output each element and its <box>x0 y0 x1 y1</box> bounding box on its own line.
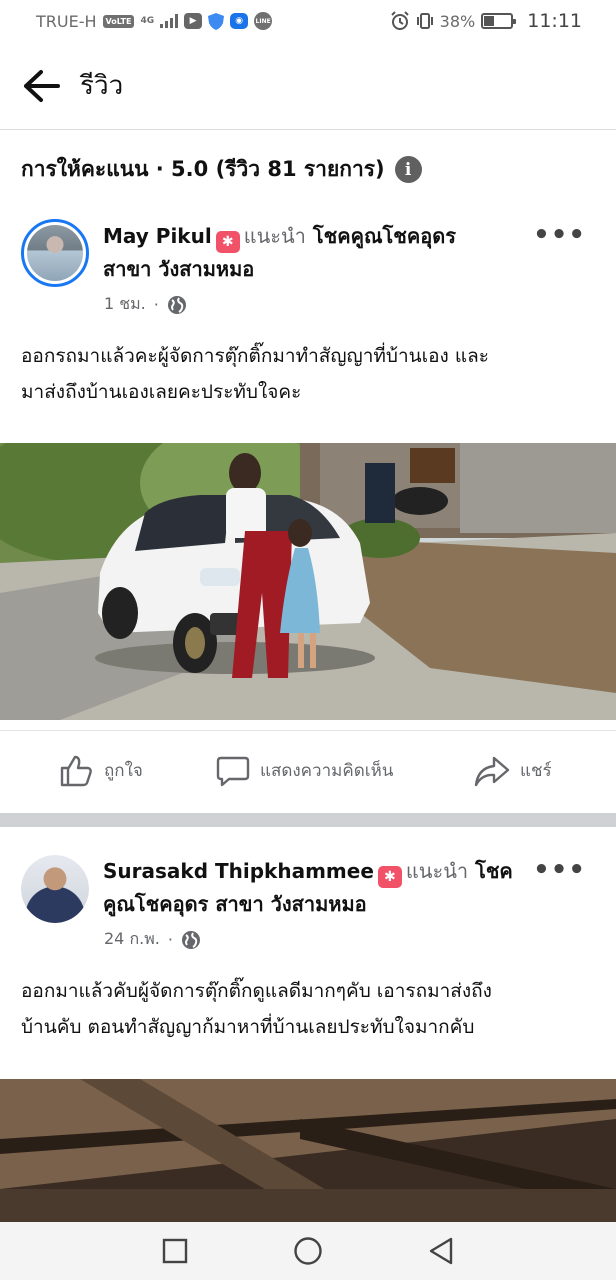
globe-icon <box>167 295 186 314</box>
meta-dot: · <box>167 930 173 949</box>
review-text: ออกมาแล้วคับผู้จัดการตุ๊กติ๊กดูแลดีมากๆค… <box>21 973 594 1045</box>
rating-label: การให้คะแนน · 5.0 (รีวิว 81 รายการ) <box>21 157 385 181</box>
vibrate-icon <box>416 13 433 29</box>
review-meta: 24 ก.พ. · <box>104 927 201 952</box>
comment-icon <box>216 756 250 786</box>
review-time[interactable]: 24 ก.พ. <box>104 927 160 952</box>
comment-label: แสดงความคิดเห็น <box>260 761 394 781</box>
info-icon[interactable]: i <box>394 156 422 183</box>
battery-percent: 38% <box>439 11 476 31</box>
triangle-back-icon <box>430 1237 453 1265</box>
avatar[interactable] <box>21 855 89 923</box>
review-text: ออกรถมาแล้วคะผู้จัดการตุ๊กติ๊กมาทำสัญญาท… <box>21 338 594 410</box>
line-icon: LINE <box>254 12 273 30</box>
square-icon <box>162 1238 187 1264</box>
battery-icon <box>481 13 517 29</box>
app-header: รีวิว <box>0 42 616 130</box>
review-time[interactable]: 1 ชม. <box>104 292 146 317</box>
status-right: 38% 11:11 <box>390 10 582 32</box>
share-button[interactable]: แชร์ <box>474 754 552 788</box>
arrow-left-icon <box>24 69 60 102</box>
comment-button[interactable]: แสดงความคิดเห็น <box>216 754 393 788</box>
back-nav-button[interactable] <box>421 1231 461 1271</box>
avatar-image <box>21 855 89 923</box>
review-text-line: ออกมาแล้วคับผู้จัดการตุ๊กติ๊กดูแลดีมากๆค… <box>21 980 492 1002</box>
carrier-label: TRUE-H <box>36 11 97 31</box>
review-header: May Pikul ✱ แนะนำ โชคคูณโชคอุดร สาขา วังสา… <box>103 220 523 285</box>
review-photo[interactable] <box>0 443 616 720</box>
business-name[interactable]: โชค <box>475 859 513 883</box>
business-branch[interactable]: สาขา วังสามหมอ <box>103 257 254 281</box>
page-title: รีวิว <box>80 71 124 101</box>
review-text-line: ออกรถมาแล้วคะผู้จัดการตุ๊กติ๊กมาทำสัญญาท… <box>21 345 489 367</box>
meta-dot: · <box>153 295 159 314</box>
business-name[interactable]: โชคคูณโชคอุดร <box>313 224 456 248</box>
review-card: Surasakd Thipkhammee ✱ แนะนำ โชค คูณโชคอุด… <box>0 827 616 1222</box>
review-photo[interactable] <box>0 1079 616 1222</box>
avatar[interactable] <box>21 219 89 287</box>
share-label: แชร์ <box>520 761 552 781</box>
recommend-label: แนะนำ <box>405 859 469 883</box>
alarm-icon <box>390 11 409 30</box>
star-badge-icon: ✱ <box>377 866 402 888</box>
status-bar: TRUE-H VoLTE 4G ▶ ◉ LINE 38% 11:11 <box>0 0 616 42</box>
back-button[interactable] <box>0 42 80 130</box>
action-bar: ถูกใจ แสดงความคิดเห็น แชร์ <box>0 730 616 810</box>
messenger-icon: ▶ <box>184 13 203 29</box>
review-text-line: บ้านคับ ตอนทำสัญญาก้มาหาที่บ้านเลยประทับ… <box>21 1016 475 1038</box>
share-icon <box>474 756 510 786</box>
reviewer-name[interactable]: Surasakd Thipkhammee <box>103 859 374 883</box>
review-card: May Pikul ✱ แนะนำ โชคคูณโชคอุดร สาขา วังสา… <box>0 210 616 813</box>
review-separator <box>0 813 616 827</box>
photo-image <box>0 1079 616 1222</box>
review-meta: 1 ชม. · <box>104 292 187 317</box>
globe-icon <box>181 930 200 949</box>
network-label: 4G <box>140 16 155 26</box>
status-left: TRUE-H VoLTE 4G ▶ ◉ LINE <box>36 11 273 31</box>
rating-summary: การให้คะแนน · 5.0 (รีวิว 81 รายการ) i <box>21 153 596 186</box>
clip-icon: ◉ <box>230 13 249 29</box>
like-button[interactable]: ถูกใจ <box>58 753 143 789</box>
system-nav-bar <box>0 1222 616 1280</box>
volte-badge: VoLTE <box>102 14 135 28</box>
avatar-image <box>27 225 83 281</box>
shield-icon <box>208 12 225 30</box>
recent-apps-button[interactable] <box>155 1231 195 1271</box>
business-branch[interactable]: คูณโชคอุดร สาขา วังสามหมอ <box>103 892 367 916</box>
signal-icon <box>160 14 179 28</box>
thumbs-up-icon <box>60 755 92 786</box>
review-text-line: มาส่งถึงบ้านเองเลยคะประทับใจคะ <box>21 381 302 403</box>
reviewer-name[interactable]: May Pikul <box>103 224 212 248</box>
more-options-button[interactable]: ••• <box>533 855 586 885</box>
circle-icon <box>294 1237 322 1265</box>
recommend-label: แนะนำ <box>243 224 306 248</box>
review-header: Surasakd Thipkhammee ✱ แนะนำ โชค คูณโชคอุด… <box>103 855 523 920</box>
star-badge-icon: ✱ <box>215 231 240 253</box>
photo-image <box>0 443 616 720</box>
more-options-button[interactable]: ••• <box>533 220 586 250</box>
clock: 11:11 <box>527 10 582 32</box>
like-label: ถูกใจ <box>104 761 143 781</box>
home-button[interactable] <box>288 1231 328 1271</box>
